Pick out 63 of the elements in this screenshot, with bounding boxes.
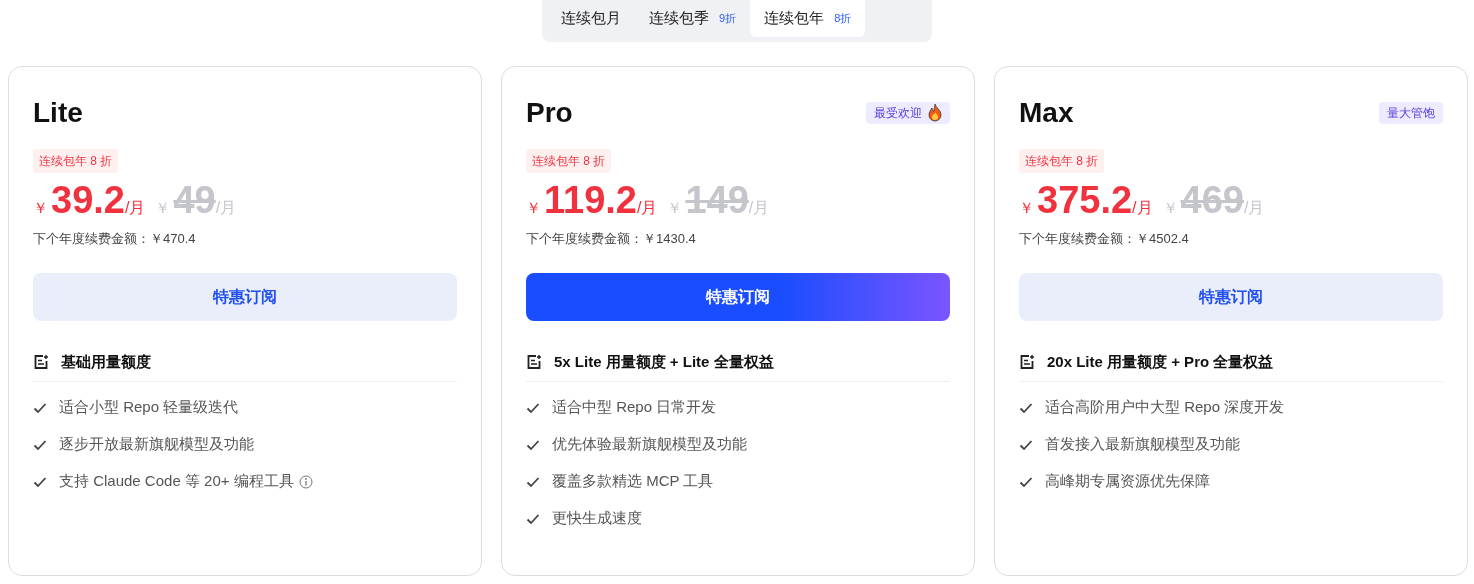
flame-icon xyxy=(928,104,942,122)
feature-text: 逐步开放最新旗舰模型及功能 xyxy=(59,434,254,455)
list-icon xyxy=(1019,353,1035,370)
billing-tab[interactable]: 连续包月 xyxy=(547,0,635,37)
check-icon xyxy=(33,475,47,488)
check-icon xyxy=(1019,475,1033,488)
quota-title: 5x Lite 用量额度 + Lite 全量权益 xyxy=(554,351,774,372)
quota-title: 基础用量额度 xyxy=(61,351,151,372)
original-price: 149 xyxy=(685,178,749,223)
check-icon xyxy=(1019,438,1033,451)
info-icon[interactable] xyxy=(298,474,313,489)
price-unit: /月 xyxy=(637,199,658,218)
feature-text: 高峰期专属资源优先保障 xyxy=(1045,471,1210,492)
price: 39.2 xyxy=(51,178,125,223)
billing-tab[interactable]: 连续包年 8折 xyxy=(750,0,866,37)
feature-text: 更快生成速度 xyxy=(552,508,642,529)
feature-text: 优先体验最新旗舰模型及功能 xyxy=(552,434,747,455)
discount-tag: 连续包年 8 折 xyxy=(1019,149,1105,173)
check-icon xyxy=(526,475,540,488)
plan-badge: 最受欢迎 xyxy=(866,102,950,124)
billing-tab[interactable]: 连续包季 9折 xyxy=(635,0,751,37)
plan-name: Lite xyxy=(33,96,83,130)
feature-text: 覆盖多款精选 MCP 工具 xyxy=(552,471,714,492)
currency-symbol: ￥ xyxy=(667,198,683,218)
renewal-amount: 下个年度续费金额：￥1430.4 xyxy=(526,230,697,248)
check-icon xyxy=(33,401,47,414)
feature-text: 适合小型 Repo 轻量级迭代 xyxy=(59,397,239,418)
price-unit: /月 xyxy=(748,199,770,218)
plan-name: Pro xyxy=(526,96,573,130)
currency-symbol: ￥ xyxy=(526,198,541,218)
check-icon xyxy=(526,401,540,414)
price-unit: /月 xyxy=(1132,199,1153,218)
price-unit: /月 xyxy=(215,199,237,218)
discount-tag: 连续包年 8 折 xyxy=(33,149,119,173)
price: 375.2 xyxy=(1037,178,1133,223)
list-icon xyxy=(33,353,49,370)
plan-badge: 量大管饱 xyxy=(1379,102,1443,124)
check-icon xyxy=(1019,401,1033,414)
feature-text: 适合高阶用户中大型 Repo 深度开发 xyxy=(1045,397,1285,418)
check-icon xyxy=(526,438,540,451)
currency-symbol: ￥ xyxy=(155,198,171,218)
renewal-amount: 下个年度续费金额：￥4502.4 xyxy=(1019,230,1190,248)
check-icon xyxy=(526,512,540,525)
original-price: 49 xyxy=(173,178,216,223)
discount-tag: 连续包年 8 折 xyxy=(526,149,612,173)
quota-title: 20x Lite 用量额度 + Pro 全量权益 xyxy=(1047,351,1274,372)
feature-text: 首发接入最新旗舰模型及功能 xyxy=(1045,434,1240,455)
price-unit: /月 xyxy=(124,199,146,218)
original-price: 469 xyxy=(1180,178,1244,223)
price-unit: /月 xyxy=(1243,199,1265,218)
plan-name: Max xyxy=(1019,96,1074,130)
check-icon xyxy=(33,438,47,451)
subscribe-button[interactable]: 特惠订阅 xyxy=(33,272,457,321)
subscribe-button[interactable]: 特惠订阅 xyxy=(526,272,950,321)
renewal-amount: 下个年度续费金额：￥470.4 xyxy=(33,230,197,248)
subscribe-button[interactable]: 特惠订阅 xyxy=(1019,272,1443,321)
feature-text: 适合中型 Repo 日常开发 xyxy=(552,397,717,418)
price: 119.2 xyxy=(544,178,637,223)
currency-symbol: ￥ xyxy=(1019,198,1034,218)
feature-text: 支持 Claude Code 等 20+ 编程工具 xyxy=(59,471,294,492)
list-icon xyxy=(526,353,542,370)
currency-symbol: ￥ xyxy=(33,198,48,218)
currency-symbol: ￥ xyxy=(1162,198,1178,218)
